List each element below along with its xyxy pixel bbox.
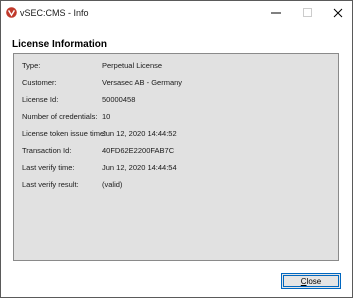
row-value: 10 xyxy=(102,112,111,121)
close-label-rest: lose xyxy=(306,276,322,286)
row-value: Perpetual License xyxy=(102,61,163,70)
row-value: Jun 12, 2020 14:44:54 xyxy=(102,163,177,172)
row-label: Last verify time: xyxy=(22,163,75,172)
license-info-panel: Type: Perpetual License Customer: Versas… xyxy=(13,53,339,261)
section-title: License Information xyxy=(12,39,108,50)
window-title: vSEC:CMS - Info xyxy=(20,8,89,18)
row-value: 40FD62E2200FAB7C xyxy=(102,146,175,155)
maximize-button[interactable] xyxy=(293,1,323,25)
row-label: License Id: xyxy=(22,95,59,104)
close-icon xyxy=(333,8,343,18)
close-button[interactable]: Close xyxy=(281,273,341,289)
info-window: vSEC:CMS - Info License Information Type… xyxy=(0,0,353,298)
row-label: Transaction Id: xyxy=(22,146,72,155)
row-value: Versasec AB - Germany xyxy=(102,78,183,87)
row-value: 50000458 xyxy=(102,95,136,104)
vsec-app-icon xyxy=(6,7,17,18)
title-bar[interactable]: vSEC:CMS - Info xyxy=(1,1,352,25)
row-label: Number of credentials: xyxy=(22,112,98,121)
row-label: Type: xyxy=(22,61,41,70)
row-label: Last verify result: xyxy=(22,180,79,189)
row-value: Jun 12, 2020 14:44:52 xyxy=(102,129,177,138)
minimize-button[interactable] xyxy=(261,1,291,25)
maximize-icon xyxy=(303,8,312,17)
close-window-button[interactable] xyxy=(323,1,353,25)
row-value: (valid) xyxy=(102,180,123,189)
minimize-icon xyxy=(271,12,281,14)
row-label: Customer: xyxy=(22,78,57,87)
row-label: License token issue time: xyxy=(22,129,107,138)
